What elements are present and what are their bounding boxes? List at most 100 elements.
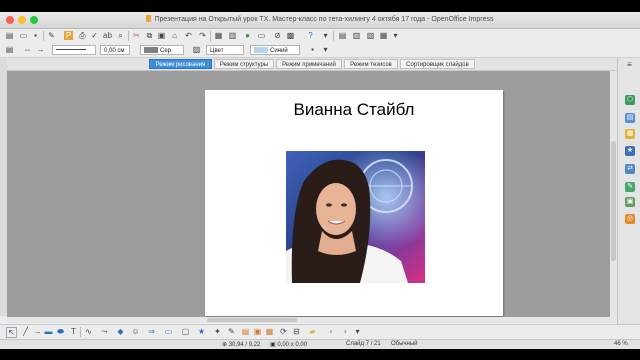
symbol-shapes-icon[interactable]: ☺ [131, 327, 140, 336]
document-icon [146, 15, 152, 22]
navigator-icon[interactable]: ● [243, 31, 252, 40]
new-document-icon[interactable]: ▤ [5, 31, 14, 40]
save-icon[interactable]: ▪ [31, 31, 40, 40]
tab-notes-view[interactable]: Режим примечаний [276, 59, 342, 69]
line-color-swatch [144, 47, 158, 53]
paste-icon[interactable]: ▣ [157, 31, 166, 40]
curve-tool-icon[interactable]: ∿ [84, 327, 93, 336]
line-icon[interactable]: ⇔ [23, 45, 32, 54]
arrange-icon[interactable]: ▰ [308, 327, 317, 336]
position-readout: ⊕ 30,94 / 9,22 [222, 342, 261, 348]
redo-icon[interactable]: ↷ [198, 31, 207, 40]
table-icon[interactable]: ▦ [214, 31, 223, 40]
draw-functions-icon[interactable]: ⊘ [273, 31, 282, 40]
tab-drawing-view[interactable]: Режим рисования [149, 59, 212, 69]
impress-window: Презентация на Открытый урок TX. Мастер-… [0, 12, 640, 349]
points-icon[interactable]: ✦ [213, 327, 222, 336]
connector-tool-icon[interactable]: ⤳ [100, 327, 109, 336]
area-color-select[interactable]: Синий [250, 45, 300, 55]
slide-title[interactable]: Вианна Стайбл [205, 100, 503, 120]
rotate-icon[interactable]: ⟳ [279, 327, 288, 336]
print-icon[interactable]: ⎙ [78, 31, 87, 40]
cut-icon[interactable]: ✂ [132, 31, 141, 40]
area-style-select[interactable]: Цвет [206, 45, 244, 55]
properties-icon[interactable]: ⬡ [625, 95, 635, 105]
stars-icon[interactable]: ★ [197, 327, 206, 336]
styles-icon[interactable]: ✎ [625, 182, 635, 192]
slide-number: Слайд 7 / 21 [346, 341, 381, 347]
from-file-icon[interactable]: ▣ [253, 327, 262, 336]
autospellcheck-icon[interactable]: ab [103, 31, 112, 40]
slide-canvas[interactable]: Вианна Стайбл [7, 71, 610, 317]
block-arrows-icon[interactable]: ⇒ [147, 327, 156, 336]
master-pages-icon[interactable]: ▤ [625, 113, 635, 123]
line-width-field[interactable]: 0,00 cм [100, 45, 130, 55]
toggle-extrusion-icon[interactable]: ◑ [340, 327, 349, 336]
gallery-icon[interactable]: ▩ [286, 31, 295, 40]
style-icon[interactable]: ▤ [5, 45, 14, 54]
chart-icon[interactable]: ▥ [228, 31, 237, 40]
line-color-select[interactable]: Сер [140, 45, 184, 55]
format-paintbrush-icon[interactable]: ⌂ [170, 31, 179, 40]
flowchart-icon[interactable]: ▭ [164, 327, 173, 336]
right-sidebar: ≡ ⬡ ▤ ▦ ★ ⇄ ✎ ▣ ◎ [617, 58, 640, 324]
align-icon[interactable]: ⊟ [292, 327, 301, 336]
tab-slide-sorter[interactable]: Сортировщик слайдов [400, 59, 475, 69]
extrusion-icon[interactable]: ◐ [327, 327, 336, 336]
spellcheck-icon[interactable]: ✓ [90, 31, 99, 40]
vertical-scroll-thumb[interactable] [611, 141, 616, 261]
navigator-sidebar-icon[interactable]: ◎ [625, 214, 635, 224]
export-pdf-icon[interactable]: P [64, 31, 73, 40]
shadow-icon[interactable]: ▪ [308, 45, 317, 54]
zoom-level[interactable]: 46 % [614, 341, 628, 347]
slide-transition-icon[interactable]: ⇄ [625, 164, 635, 174]
horizontal-scrollbar[interactable] [7, 317, 617, 323]
gallery-sidebar-icon[interactable]: ▣ [625, 197, 635, 207]
slide[interactable]: Вианна Стайбл [205, 90, 503, 316]
undo-icon[interactable]: ↶ [184, 31, 193, 40]
arrow-style-icon[interactable]: → [36, 45, 45, 54]
slide-design-icon[interactable]: ▧ [366, 31, 375, 40]
area-color-value: Синий [270, 48, 288, 54]
line-style-select[interactable] [52, 45, 96, 55]
status-bar: ⊕ 30,94 / 9,22 ▣ 0,00 x 0,00 Слайд 7 / 2… [0, 339, 640, 349]
fontwork-icon[interactable]: ▤ [241, 327, 250, 336]
position-value: 30,94 / 9,22 [228, 342, 261, 348]
horizontal-scroll-thumb[interactable] [207, 318, 297, 322]
callouts-icon[interactable]: ▢ [181, 327, 190, 336]
find-icon[interactable]: ⌕ [116, 31, 125, 40]
arrow-tool-icon[interactable]: → [33, 327, 42, 336]
open-icon[interactable]: ▭ [19, 31, 28, 40]
help-icon[interactable]: ? [306, 31, 315, 40]
chevron-down-icon[interactable]: ▾ [321, 31, 330, 40]
slide-icon[interactable]: ▭ [257, 31, 266, 40]
rectangle-tool-icon[interactable]: ▬ [44, 327, 53, 336]
slide-layout-icon[interactable]: ▥ [352, 31, 361, 40]
tab-outline-view[interactable]: Режим структуры [214, 59, 274, 69]
tab-handout-view[interactable]: Режим тезисов [344, 59, 398, 69]
copy-icon[interactable]: ⧉ [145, 31, 154, 40]
custom-animation-icon[interactable]: ★ [625, 146, 635, 156]
standard-toolbar: ▤ ▭ ▪ ✎ P ⎙ ✓ ab ⌕ ✂ ⧉ ▣ ⌂ ↶ ↷ ▦ ▥ ● ▭ ⊘… [0, 29, 640, 43]
layouts-icon[interactable]: ▦ [625, 129, 635, 139]
area-icon[interactable]: ▨ [192, 45, 201, 54]
line-tool-icon[interactable]: ╱ [21, 327, 30, 336]
window-title: Презентация на Открытый урок TX. Мастер-… [0, 15, 640, 23]
text-tool-icon[interactable]: T [69, 327, 78, 336]
sidebar-menu-icon[interactable]: ≡ [625, 60, 634, 69]
toolbar-options-icon[interactable]: ▾ [353, 327, 362, 336]
ellipse-tool-icon[interactable]: ⬬ [56, 327, 65, 336]
title-bar: Презентация на Открытый урок TX. Мастер-… [0, 12, 640, 29]
portrait-image[interactable] [286, 151, 425, 283]
edit-file-icon[interactable]: ✎ [47, 31, 56, 40]
chevron-down-icon[interactable]: ▾ [321, 45, 330, 54]
vertical-scrollbar[interactable] [610, 71, 617, 317]
glue-points-icon[interactable]: ✎ [227, 327, 236, 336]
select-icon[interactable]: ↖ [6, 327, 17, 338]
presentation-icon[interactable]: ▤ [338, 31, 347, 40]
new-slide-icon[interactable]: ▦ [379, 31, 388, 40]
basic-shapes-icon[interactable]: ◆ [116, 327, 125, 336]
gallery-draw-icon[interactable]: ▦ [265, 327, 274, 336]
toolbar-options-icon[interactable]: ▾ [391, 31, 400, 40]
line-fill-toolbar: ▤ ⇔ → 0,00 cм Сер ▨ Цвет Синий ▪ ▾ [0, 43, 640, 58]
